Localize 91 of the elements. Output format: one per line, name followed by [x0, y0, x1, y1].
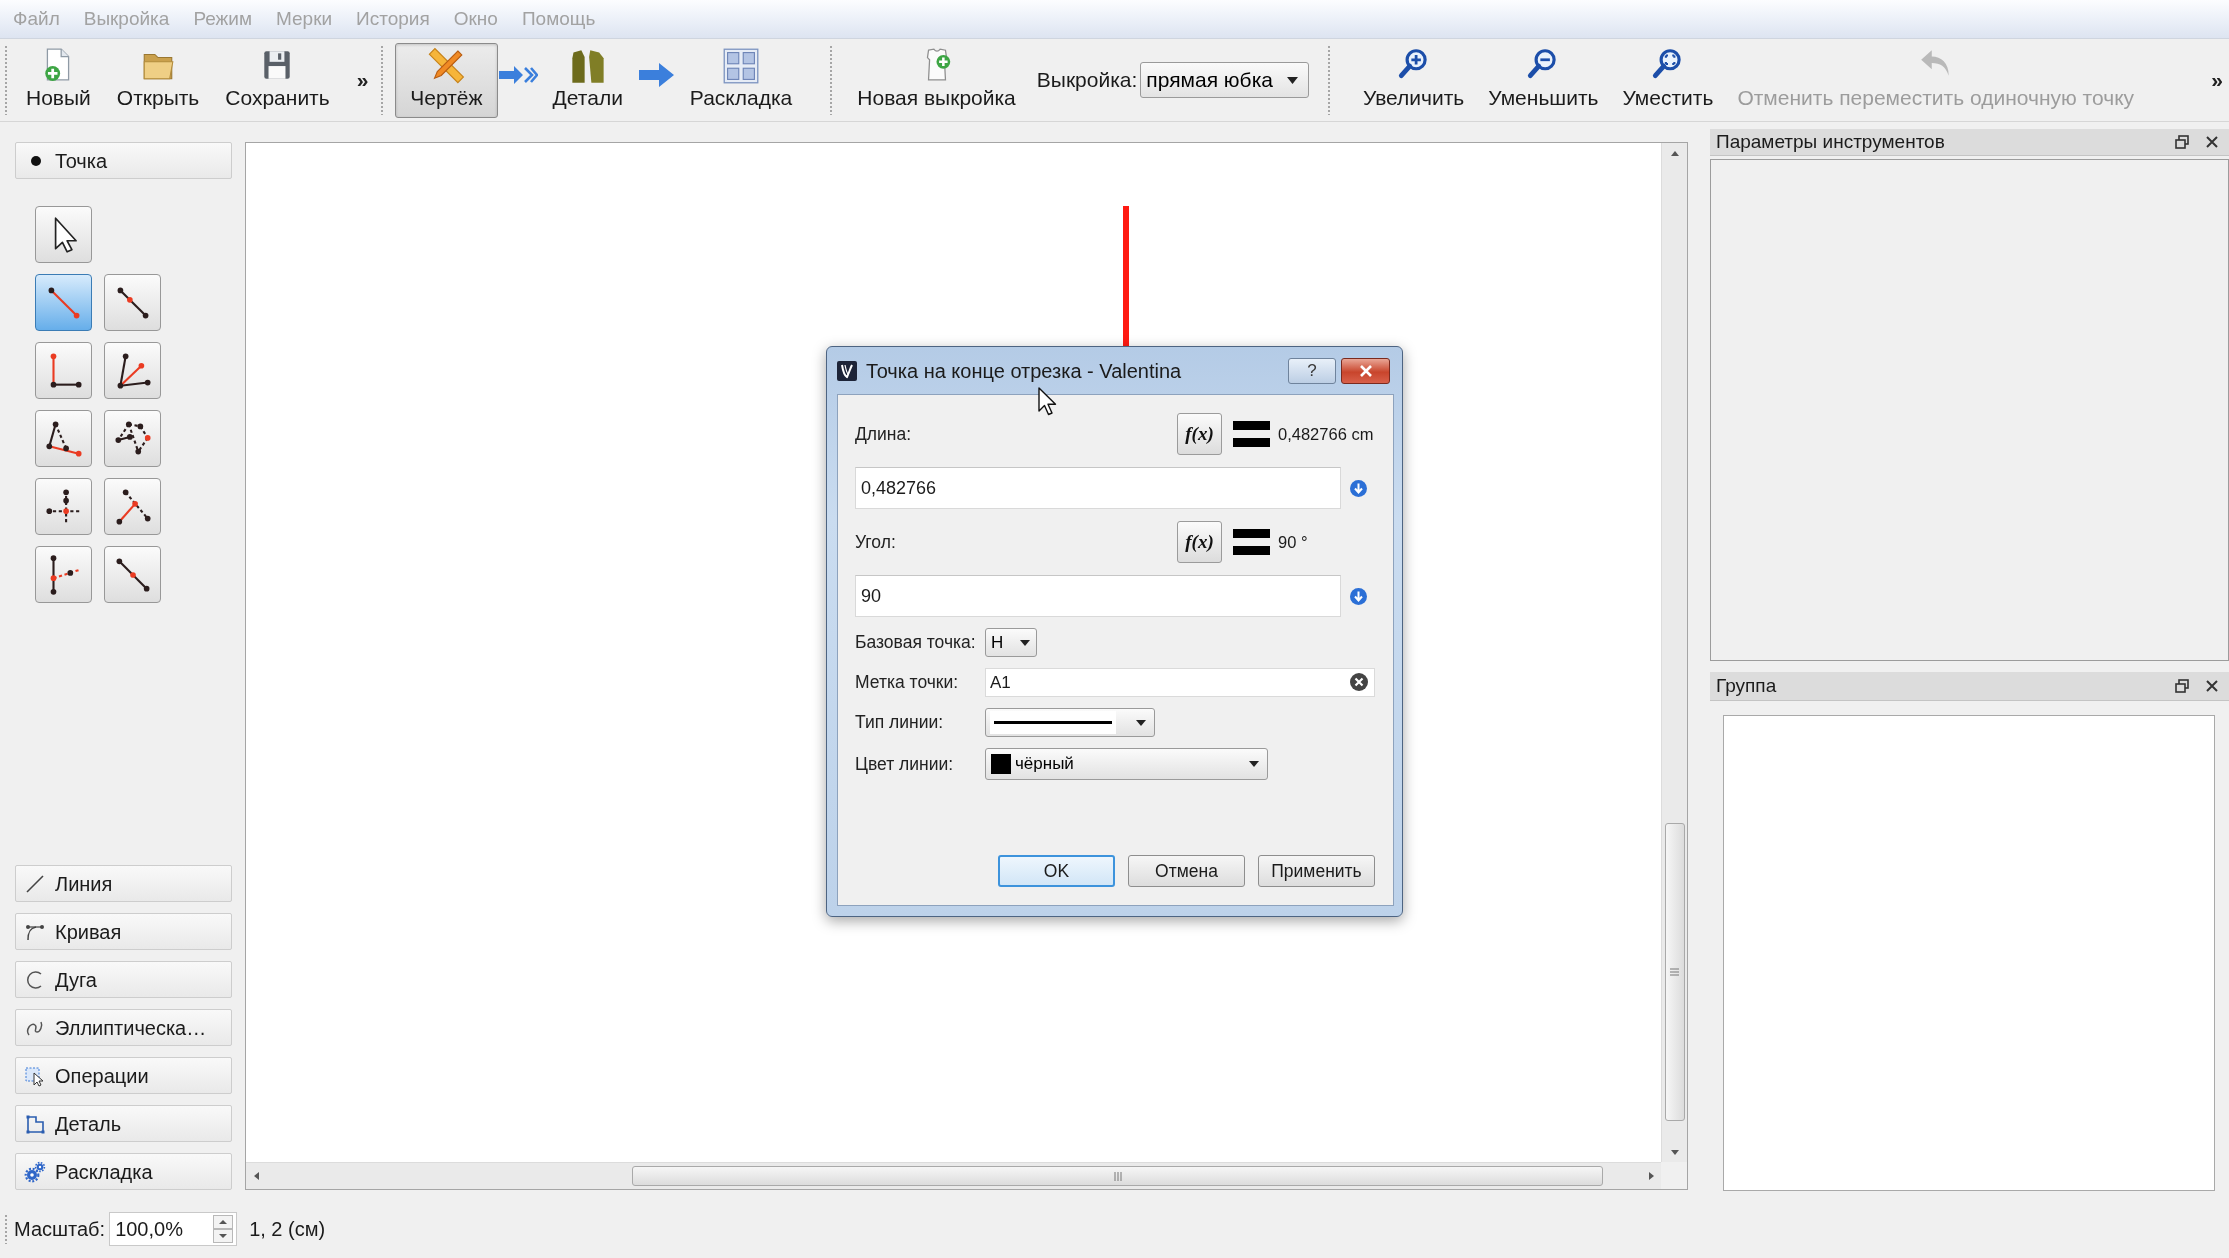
bullet-icon	[31, 155, 41, 166]
toolbox-section-button[interactable]: Операции	[15, 1057, 232, 1094]
toolbox-section-button[interactable]: Раскладка	[15, 1153, 232, 1190]
pattern-dropdown[interactable]: прямая юбка	[1140, 62, 1309, 98]
toolbar-button[interactable]: Открыть	[105, 43, 211, 118]
calculated-value: 90 °	[1278, 531, 1309, 553]
equals-icon	[1233, 529, 1270, 555]
toolbox-section-button[interactable]: Деталь	[15, 1105, 232, 1142]
help-button[interactable]: ?	[1288, 357, 1336, 384]
arrow-right-icon	[637, 61, 675, 89]
zoom-label: Масштаб:	[14, 1217, 106, 1242]
gears-icon	[24, 1160, 46, 1183]
toolbar-button[interactable]: Сохранить	[214, 43, 341, 118]
layout-blocks-icon	[722, 47, 761, 85]
toolbox-section-button[interactable]: Дуга	[15, 961, 232, 998]
scrollbar-thumb[interactable]	[1664, 823, 1685, 1121]
close-icon	[1358, 364, 1373, 377]
float-icon[interactable]	[2175, 679, 2189, 693]
mode-tab[interactable]: Раскладка	[674, 43, 808, 118]
toolbar-button[interactable]: Новый	[15, 43, 102, 118]
zoom-spinbox[interactable]: 100,0%	[109, 1212, 238, 1246]
line-color-dropdown[interactable]: чёрный	[985, 748, 1268, 780]
grip-lines-icon	[1113, 1171, 1122, 1181]
tool-button[interactable]	[104, 410, 161, 467]
toolbar-button[interactable]: Уменьшить	[1477, 43, 1610, 118]
tool-button[interactable]	[104, 478, 161, 535]
toolbar-button[interactable]: Уместить	[1611, 43, 1725, 118]
grip-lines-icon	[1670, 968, 1679, 976]
formula-button[interactable]: f(x)	[1177, 521, 1222, 563]
field-label: Базовая точка:	[855, 631, 977, 655]
arrow-down-circle-icon	[1349, 479, 1367, 497]
caret-icon	[1136, 719, 1146, 726]
base-point-dropdown[interactable]: Н	[985, 628, 1037, 657]
dialog-title: Точка на конце отрезка - Valentina	[866, 358, 1182, 384]
tool-button[interactable]	[35, 342, 92, 399]
clear-icon[interactable]	[1350, 673, 1368, 691]
toolbar-button[interactable]: Новая выкройка	[846, 43, 1027, 118]
overflow-button[interactable]: »	[2207, 68, 2227, 92]
tool-button[interactable]	[35, 410, 92, 467]
mouse-pointer-icon	[1038, 387, 1057, 416]
field-label: Длина:	[855, 422, 912, 446]
toolbar-button[interactable]: Увеличить	[1352, 43, 1476, 118]
calculated-value: 0,482766 cm	[1278, 423, 1375, 445]
horizontal-scrollbar[interactable]	[246, 1162, 1661, 1189]
caret-icon	[1287, 76, 1298, 84]
field-label: Угол:	[855, 530, 896, 554]
dotted-selection-icon	[24, 1064, 46, 1087]
line-icon	[24, 872, 46, 895]
formula-field[interactable]: 0,482766	[855, 467, 1341, 509]
formula-button[interactable]: f(x)	[1177, 413, 1222, 455]
float-icon[interactable]	[2175, 135, 2189, 149]
dialog-button[interactable]: Отмена	[1128, 855, 1245, 887]
tool-button[interactable]	[35, 478, 92, 535]
close-button[interactable]	[1341, 357, 1390, 384]
field-label: Метка точки:	[855, 671, 960, 695]
close-icon[interactable]	[2205, 135, 2219, 149]
caret-icon	[1249, 761, 1259, 767]
field-label: Тип линии:	[855, 711, 945, 735]
field-label: Цвет линии:	[855, 752, 955, 776]
scrollbar-thumb[interactable]	[632, 1166, 1603, 1186]
dialog-button[interactable]: OK	[998, 855, 1115, 887]
tool-button[interactable]	[104, 274, 161, 331]
toolbox-section-button[interactable]: Кривая	[15, 913, 232, 950]
dock-title: Параметры инструментов	[1716, 131, 1945, 153]
scroll-down-icon	[1669, 1147, 1680, 1157]
spin-arrows-icon	[213, 1215, 234, 1243]
formula-field[interactable]: 90	[855, 575, 1341, 617]
toolbox-section-button[interactable]: Линия	[15, 865, 232, 902]
dialog-button[interactable]: Применить	[1258, 855, 1375, 887]
toolbox-header[interactable]: Точка	[15, 142, 232, 179]
line-sample-icon	[994, 721, 1112, 724]
overflow-button[interactable]: »	[352, 68, 373, 92]
arrow-down-circle-icon	[1349, 587, 1367, 605]
tool-button[interactable]	[104, 546, 161, 603]
tool-button[interactable]	[104, 342, 161, 399]
scroll-right-icon	[1646, 1171, 1656, 1181]
line-type-dropdown[interactable]	[985, 708, 1155, 737]
tool-button[interactable]	[35, 546, 92, 603]
vertical-scrollbar[interactable]	[1661, 143, 1687, 1162]
close-icon[interactable]	[2205, 679, 2219, 693]
mode-tab[interactable]: Чертёж	[395, 43, 498, 118]
mode-tab[interactable]: Детали	[537, 43, 638, 118]
cursor-coordinates: 1, 2 (см)	[249, 1217, 326, 1242]
tool-button[interactable]	[35, 206, 92, 263]
toolbox-section-button[interactable]: Эллиптическа…	[15, 1009, 232, 1046]
equals-icon	[1233, 421, 1270, 447]
caret-icon	[1020, 639, 1030, 646]
dock-title: Группа	[1716, 675, 1777, 697]
point-label-field[interactable]: A1	[985, 668, 1375, 697]
pattern-label: Выкройка:	[1036, 67, 1138, 94]
app-logo-icon	[837, 360, 857, 381]
